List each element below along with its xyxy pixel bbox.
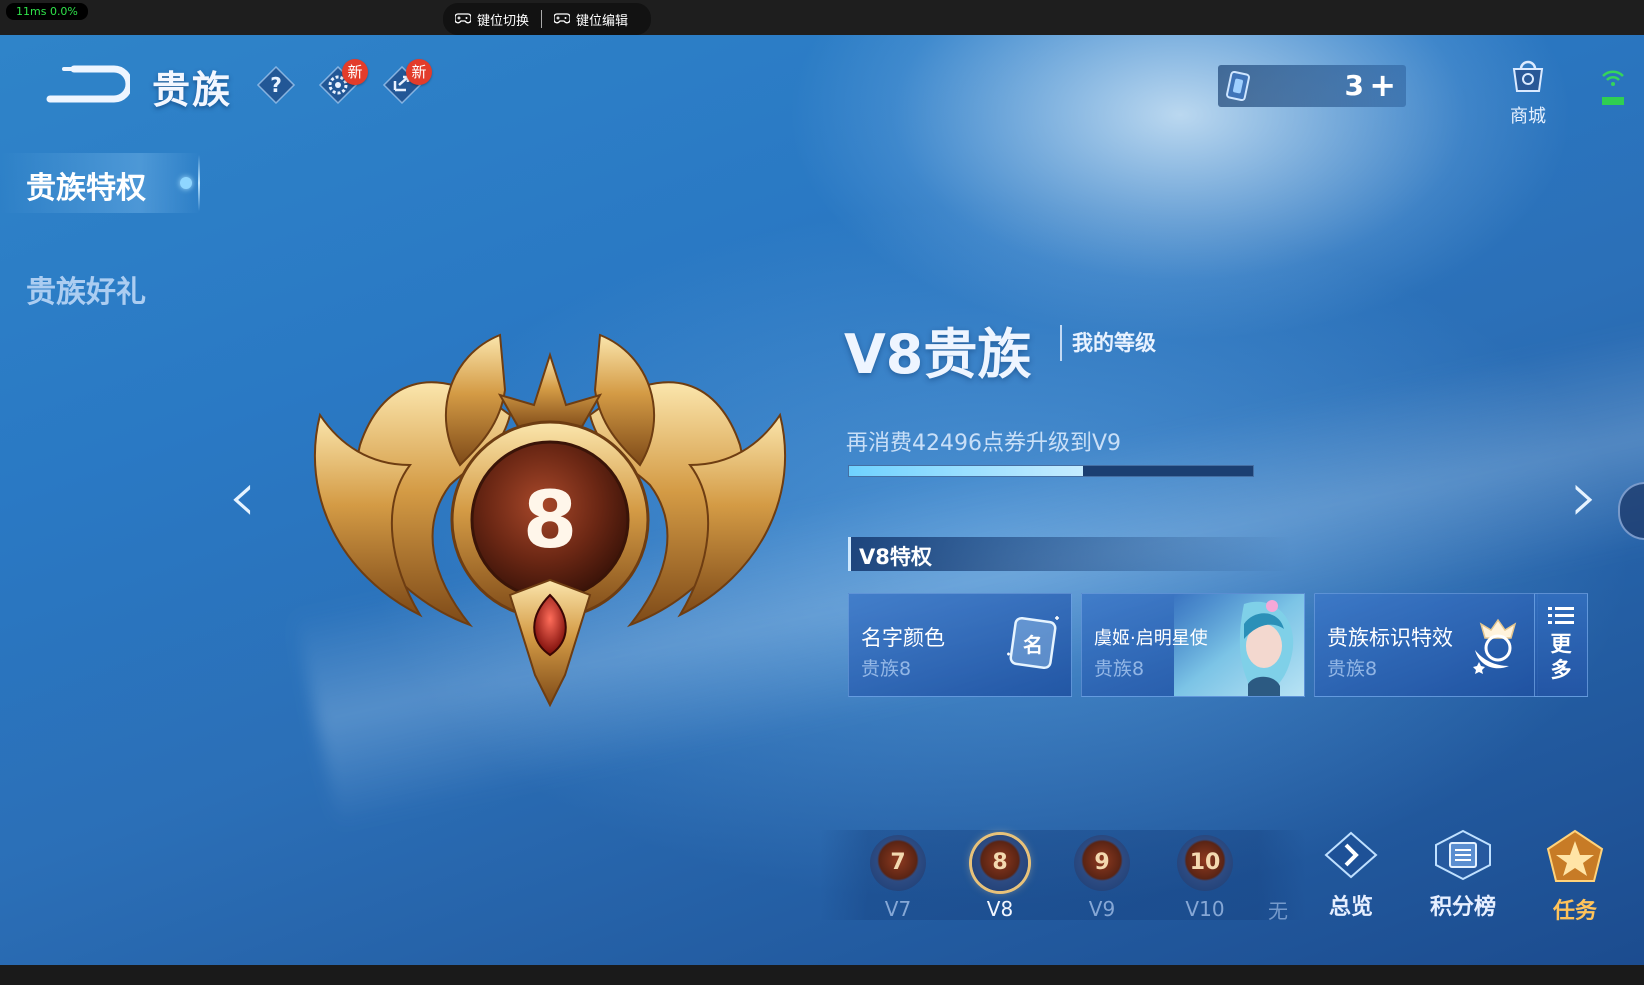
game-screen: 贵族 ? 新 新 3 + 商城 贵族特权 贵族好礼 ‹ › 8 V8贵族 我的等… (0, 35, 1644, 965)
more-privileges-button[interactable]: 更 多 (1534, 593, 1588, 697)
rank-title: V8贵族 (844, 323, 1032, 386)
privilege-card-noble-mark[interactable]: 贵族标识特效 贵族8 (1314, 593, 1538, 697)
privilege-name: 贵族标识特效 (1327, 626, 1453, 650)
level-label: V9 (1088, 897, 1116, 921)
sidebar-item-label: 贵族特权 (26, 171, 146, 206)
active-indicator-dot (180, 177, 192, 189)
page-title: 贵族 (152, 68, 233, 112)
ranking-button[interactable]: 积分榜 (1420, 829, 1506, 921)
emblem-level-number: 8 (523, 476, 577, 566)
question-icon: ? (256, 65, 296, 105)
next-level-arrow[interactable]: › (1570, 460, 1599, 532)
emulator-top-bar: 11ms 0.0% 键位切换 键位编辑 (0, 0, 1644, 35)
name-card-glyph: 名 (1023, 633, 1043, 657)
list-icon (1548, 607, 1574, 624)
overview-button[interactable]: 总览 (1308, 829, 1394, 921)
key-switch-button[interactable]: 键位切换 (443, 3, 541, 35)
wifi-signal-icon (1602, 70, 1624, 105)
key-edit-label: 键位编辑 (576, 13, 629, 29)
privilege-card-hero-skin[interactable]: 虞姬·启明星使 贵族8 (1081, 593, 1305, 697)
key-edit-button[interactable]: 键位编辑 (542, 3, 640, 35)
level-v7[interactable]: 7 V7 (866, 835, 930, 921)
back-arrow-icon[interactable] (44, 63, 130, 105)
noble-mark-icon (1473, 618, 1517, 674)
sidebar-item-noble-privileges[interactable]: 贵族特权 (0, 153, 200, 213)
task-star-icon (1546, 829, 1604, 882)
level-medal-number: 9 (1094, 850, 1110, 875)
overview-icon (1324, 831, 1378, 879)
key-switch-label: 键位切换 (477, 13, 530, 29)
level-progress-bar (848, 465, 1254, 477)
privilege-name: 虞姬·启明星使 (1094, 628, 1208, 649)
level-medal-number: 10 (1189, 850, 1221, 875)
level-label: V7 (884, 897, 912, 921)
noble-level-emblem: 8 (313, 333, 787, 708)
sidebar-item-label: 贵族好礼 (26, 275, 146, 310)
privilege-section-header: V8特权 (848, 537, 1291, 571)
coupon-count: 3 (1344, 69, 1364, 102)
task-button[interactable]: 任务 (1532, 829, 1618, 925)
settings-button[interactable]: 新 (318, 59, 368, 105)
level-medal-number: 7 (890, 850, 906, 875)
level-medal: 9 (1074, 835, 1130, 891)
coupon-balance[interactable]: 3 + (1218, 65, 1406, 107)
more-label-2: 多 (1550, 658, 1572, 682)
help-button[interactable]: ? (256, 65, 296, 105)
coupon-card-icon (1226, 70, 1250, 102)
level-v9[interactable]: 9 V9 (1070, 835, 1134, 921)
level-medal-number: 8 (992, 850, 1008, 875)
privilege-level: 贵族8 (861, 658, 912, 680)
new-badge: 新 (406, 59, 432, 85)
svg-text:?: ? (270, 73, 282, 97)
share-button[interactable]: 新 (382, 59, 432, 105)
upgrade-requirement-text: 再消费42496点券升级到V9 (846, 431, 1122, 456)
new-badge: 新 (342, 59, 368, 85)
level-label: V10 (1185, 897, 1225, 921)
privilege-level: 贵族8 (1094, 658, 1145, 680)
privilege-level: 贵族8 (1327, 658, 1378, 680)
level-medal: 10 (1177, 835, 1233, 891)
level-v10[interactable]: 10 V10 (1173, 835, 1237, 921)
perf-indicator: 11ms 0.0% (6, 3, 88, 20)
task-label: 任务 (1552, 899, 1597, 924)
ranking-label: 积分榜 (1429, 895, 1496, 920)
prev-level-arrow[interactable]: ‹ (228, 460, 257, 532)
add-coupon-icon[interactable]: + (1369, 69, 1396, 101)
name-card-icon: 名 (1007, 616, 1059, 670)
level-progress-fill (849, 466, 1084, 476)
level-medal: 8 (972, 835, 1028, 891)
gamepad-icon (554, 13, 571, 24)
level-partial-label: 无 (1268, 899, 1288, 923)
shop-button[interactable]: 商城 (1500, 57, 1556, 128)
emulator-bottom-bar (0, 965, 1644, 985)
level-v8[interactable]: 8 V8 (968, 835, 1032, 921)
my-level-label: 我的等级 (1060, 325, 1156, 361)
privilege-card-name-color[interactable]: 名字颜色 贵族8 名 (848, 593, 1072, 697)
privilege-name: 名字颜色 (861, 626, 945, 650)
level-medal: 7 (870, 835, 926, 891)
more-label-1: 更 (1550, 632, 1572, 656)
ranking-board-icon (1435, 829, 1491, 881)
privilege-header-label: V8特权 (859, 545, 932, 569)
shop-icon (1512, 60, 1544, 92)
level-label: V8 (986, 897, 1014, 921)
shop-label: 商城 (1510, 106, 1546, 127)
gamepad-icon (455, 13, 471, 24)
overview-label: 总览 (1328, 895, 1373, 920)
key-mapping-pill: 键位切换 键位编辑 (443, 3, 651, 35)
sidebar-item-noble-gifts[interactable]: 贵族好礼 (0, 257, 200, 317)
